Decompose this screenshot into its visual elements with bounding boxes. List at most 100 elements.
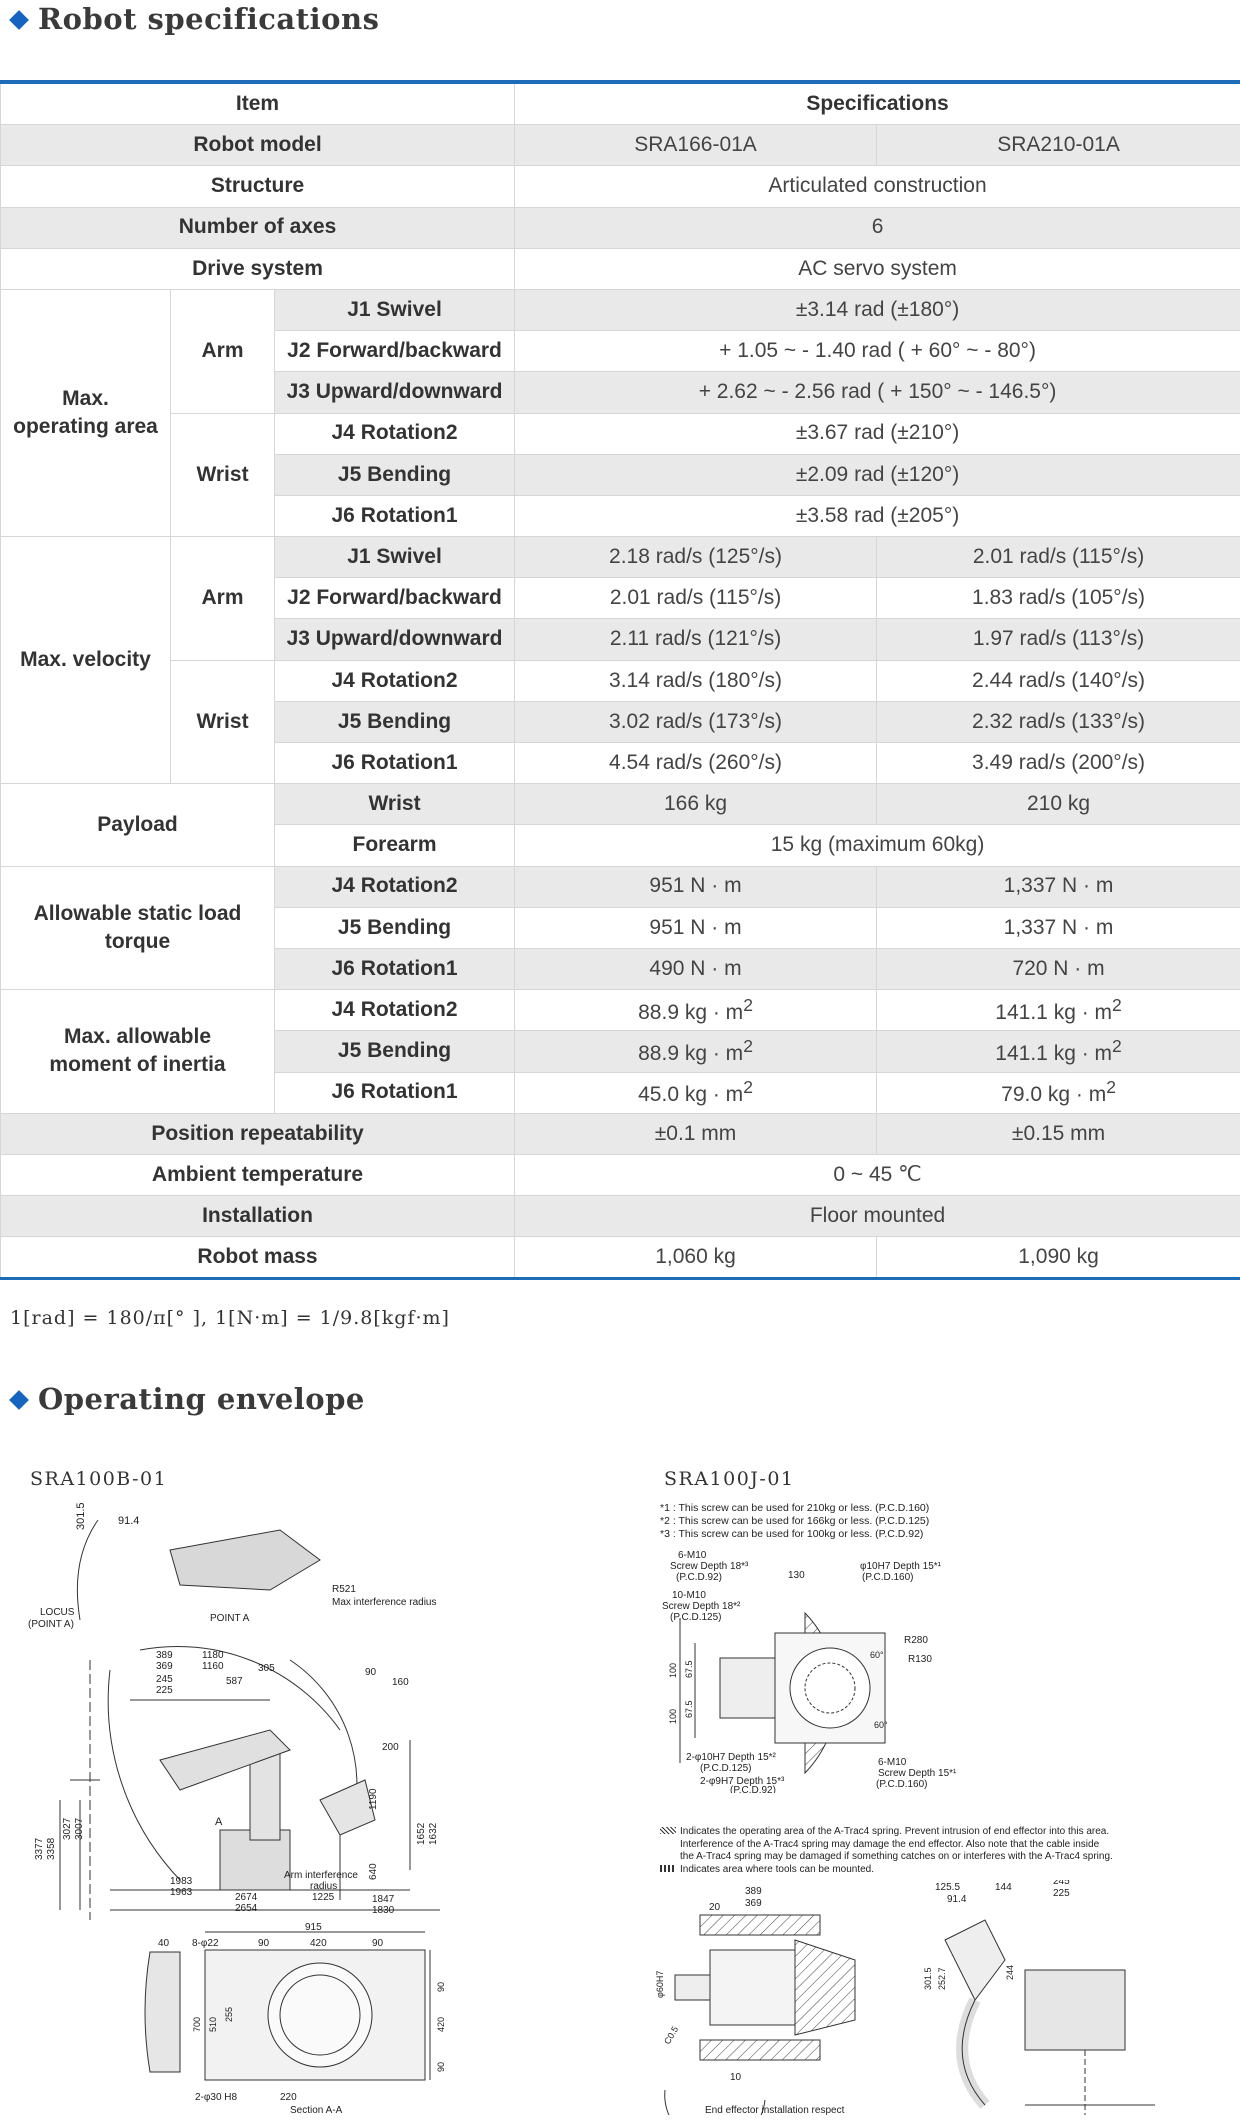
dim-label: Screw Depth 18*² bbox=[662, 1601, 741, 1612]
dim-label: 587 bbox=[226, 1676, 243, 1687]
dim-label: 40 bbox=[158, 1938, 170, 1949]
dim-label: 10-M10 bbox=[672, 1590, 706, 1601]
dim-label: R521 bbox=[332, 1584, 356, 1595]
dim-label: 1225 bbox=[312, 1892, 335, 1903]
dim-label: 100 bbox=[668, 1663, 678, 1678]
dim-label: 389 bbox=[745, 1886, 762, 1897]
dim-label: 20 bbox=[709, 1902, 721, 1913]
dim-label: 60° bbox=[870, 1650, 884, 1660]
dim-label: 420 bbox=[310, 1938, 327, 1949]
dim-label: 8-φ22 bbox=[192, 1938, 219, 1949]
dim-label: 389 bbox=[156, 1650, 173, 1661]
left-section-view-drawing: 915 420 90 90 40 8-φ22 700 510 255 90 42… bbox=[144, 1922, 446, 2116]
header-item: Item bbox=[0, 81, 516, 126]
dim-label: A bbox=[215, 1816, 223, 1828]
dim-label: 510 bbox=[208, 2017, 218, 2032]
dim-label: 225 bbox=[1053, 1888, 1070, 1899]
dim-label: POINT A bbox=[210, 1613, 250, 1624]
dim-label: 220 bbox=[280, 2092, 297, 2103]
dim-label: 252.7 bbox=[937, 1967, 947, 1990]
table-header-row: Item Specifications bbox=[0, 81, 1240, 126]
table-row: Structure Articulated construction bbox=[0, 165, 1240, 208]
dim-label: 640 bbox=[368, 1863, 379, 1880]
dim-label: φ60H7 bbox=[655, 1971, 665, 1998]
diamond-bullet-icon bbox=[9, 1389, 29, 1410]
dim-label: R280 bbox=[904, 1635, 928, 1646]
dim-label: (P.C.D.92) bbox=[676, 1572, 722, 1583]
table-row: Wrist J4 Rotation2 ±3.67 rad (±210°) bbox=[1, 412, 1240, 538]
dim-label: 90 bbox=[258, 1938, 270, 1949]
dim-label: 1830 bbox=[372, 1905, 395, 1916]
right-side-views-drawing: 389 369 20 φ60H7 C0.5 10 End effector in… bbox=[655, 1880, 1155, 2115]
dim-label: Arm interference bbox=[284, 1870, 358, 1881]
dim-label: 1963 bbox=[170, 1887, 193, 1898]
left-side-view-drawing: 91.4 301.5 LOCUS (POINT A) POINT A R521 … bbox=[28, 1502, 440, 1920]
table-row: Number of axes 6 bbox=[0, 206, 1240, 249]
dim-label: 67.5 bbox=[684, 1660, 694, 1678]
dim-label: 305 bbox=[258, 1663, 275, 1674]
dim-label: 700 bbox=[192, 2017, 202, 2032]
specs-section-title: Robot specifications bbox=[9, 2, 379, 36]
table-row: Max. operating area Arm J1 Swivel ±3.14 r… bbox=[0, 288, 1240, 538]
dim-label: 10 bbox=[730, 2072, 742, 2083]
dim-label: 225 bbox=[156, 1685, 173, 1696]
dim-label: 301.5 bbox=[75, 1502, 87, 1530]
dim-label: LOCUS bbox=[40, 1607, 75, 1618]
dim-label: 1180 bbox=[202, 1650, 224, 1661]
table-row: Max. allowable moment of inertia J4 Rotat… bbox=[0, 989, 1240, 1114]
dim-label: 1160 bbox=[202, 1661, 224, 1672]
dim-label: Section A-A bbox=[290, 2105, 343, 2116]
dim-label: 301.5 bbox=[923, 1967, 933, 1990]
right-flange-drawing: 6-M10 Screw Depth 18*³ (P.C.D.92) 130 φ1… bbox=[662, 1550, 957, 1793]
dim-label: 1652 bbox=[416, 1822, 427, 1845]
dim-label: 420 bbox=[436, 2017, 446, 2032]
hatch-icon bbox=[660, 1827, 676, 1834]
table-row: Position repeatability ±0.1 mm ±0.15 mm bbox=[0, 1112, 1240, 1155]
dim-label: 3007 bbox=[74, 1817, 85, 1840]
spec-table: Item Specifications Robot model SRA166-0… bbox=[0, 80, 1240, 1281]
dim-label: 130 bbox=[788, 1570, 805, 1581]
envelope-section-title: Operating envelope bbox=[9, 1382, 365, 1416]
table-row: Installation Floor mounted bbox=[0, 1195, 1240, 1238]
dim-label: (P.C.D.125) bbox=[670, 1612, 722, 1623]
dim-label: 1632 bbox=[428, 1822, 439, 1845]
inertia-label: Max. allowable moment of inertia bbox=[0, 989, 275, 1114]
dim-label: 6-M10 bbox=[678, 1550, 707, 1561]
dim-label: 244 bbox=[1005, 1965, 1015, 1980]
dim-label: 3358 bbox=[46, 1837, 57, 1860]
dim-label: 1847 bbox=[372, 1894, 395, 1905]
table-row: Drive system AC servo system bbox=[0, 247, 1240, 290]
dots-icon bbox=[660, 1864, 676, 1872]
header-specifications: Specifications bbox=[514, 81, 1240, 126]
dim-label: 369 bbox=[156, 1661, 173, 1672]
dim-label: C0.5 bbox=[662, 2025, 680, 2046]
dim-label: 100 bbox=[668, 1709, 678, 1724]
table-row: Wrist J4 Rotation2 3.14 rad/s (180°/s) 2… bbox=[1, 659, 1240, 785]
dim-label: R130 bbox=[908, 1654, 932, 1665]
dim-label: 60° bbox=[874, 1720, 888, 1730]
table-row: Robot mass 1,060 kg 1,090 kg bbox=[0, 1236, 1240, 1280]
dim-label: 90 bbox=[436, 1982, 446, 1992]
dim-label: 144 bbox=[995, 1882, 1012, 1893]
dim-label: 369 bbox=[745, 1898, 762, 1909]
dim-label: 2674 bbox=[235, 1892, 258, 1903]
dim-label: (P.C.D.125) bbox=[700, 1763, 752, 1774]
torque-label: Allowable static load torque bbox=[0, 865, 275, 991]
table-row: Allowable static load torque J4 Rotation2… bbox=[0, 865, 1240, 991]
dim-label: 915 bbox=[305, 1922, 322, 1933]
dim-label: 2-φ30 H8 bbox=[195, 2092, 237, 2103]
dim-label: 125.5 bbox=[935, 1882, 960, 1893]
dim-label: 2654 bbox=[235, 1903, 258, 1914]
legend-dots-entry: Indicates area where tools can be mounte… bbox=[660, 1864, 1130, 1877]
table-row: Robot model SRA166-01A SRA210-01A bbox=[0, 124, 1240, 167]
dim-label: φ10H7 Depth 15*¹ bbox=[860, 1561, 942, 1572]
dim-label: 1983 bbox=[170, 1876, 193, 1887]
op-area-label: Max. operating area bbox=[0, 288, 171, 538]
dim-label: 91.4 bbox=[947, 1894, 967, 1905]
dim-label: 3377 bbox=[34, 1837, 45, 1860]
table-row: Payload Wrist 166 kg 210 kg bbox=[0, 783, 1240, 867]
left-drawing-title: SRA100B-01 bbox=[30, 1468, 168, 1490]
dim-label: Screw Depth 18*³ bbox=[670, 1561, 749, 1572]
unit-footnote: 1[rad] = 180/π[° ], 1[N·m] = 1/9.8[kgf·m… bbox=[10, 1307, 450, 1329]
dim-label: 2-φ10H7 Depth 15*² bbox=[686, 1752, 777, 1763]
